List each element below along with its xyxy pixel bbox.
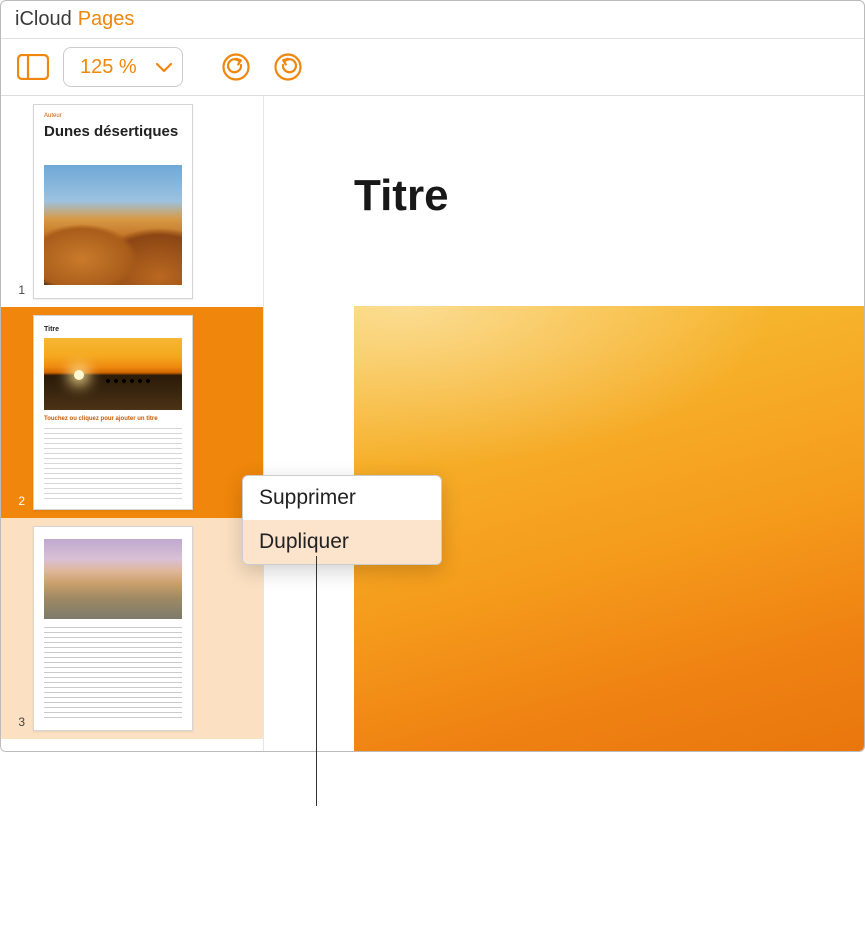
document-canvas[interactable]: Titre: [264, 96, 864, 752]
thumbnail-page-number: 1: [11, 283, 25, 299]
thumbnail-image: [44, 338, 182, 410]
thumbnail-image: [44, 539, 182, 619]
page-thumbnails-sidebar[interactable]: 1 Auteur Dunes désertiques 2 Titre Touch…: [1, 96, 264, 752]
brand-pages-label: Pages: [78, 8, 135, 31]
page-thumbnail-2[interactable]: Titre Touchez ou cliquez pour ajouter un…: [33, 315, 193, 510]
sidebar-toggle-icon: [17, 54, 49, 80]
app-window: iCloud Pages 125 %: [0, 0, 865, 752]
chevron-down-icon: [156, 56, 172, 79]
redo-button[interactable]: [271, 50, 305, 84]
zoom-select[interactable]: 125 %: [63, 47, 183, 87]
thumbnail-row[interactable]: 3: [1, 518, 263, 739]
context-menu-item-delete[interactable]: Supprimer: [243, 476, 441, 520]
thumbnail-page-number: 2: [11, 494, 25, 510]
zoom-value-label: 125 %: [80, 56, 137, 79]
thumbnail-mini-title: Titre: [44, 326, 59, 333]
thumbnail-body-lines: [44, 428, 182, 499]
context-menu-item-duplicate[interactable]: Dupliquer: [243, 520, 441, 564]
thumbnail-page-number: 3: [11, 715, 25, 731]
page-thumbnail-1[interactable]: Auteur Dunes désertiques: [33, 104, 193, 299]
context-menu: Supprimer Dupliquer: [242, 475, 442, 565]
thumbnail-body-lines: [44, 627, 182, 720]
thumbnail-image: [44, 165, 182, 285]
page-content: Titre: [264, 96, 864, 752]
history-buttons: [219, 50, 305, 84]
redo-icon: [273, 52, 303, 82]
body-split: 1 Auteur Dunes désertiques 2 Titre Touch…: [1, 96, 864, 752]
sun-shape: [74, 370, 84, 380]
thumbnail-row[interactable]: 1 Auteur Dunes désertiques: [1, 96, 263, 307]
callout-leader-line: [316, 556, 317, 806]
thumbnail-title: Dunes désertiques: [44, 123, 182, 140]
thumbnail-subheading: Touchez ou cliquez pour ajouter un titre: [44, 416, 158, 422]
thumbnail-author-label: Auteur: [44, 113, 62, 119]
silhouette-shape: [104, 378, 164, 384]
sidebar-toggle-button[interactable]: [15, 49, 51, 85]
brand-icloud-label: iCloud: [15, 8, 72, 31]
titlebar: iCloud Pages: [1, 1, 864, 39]
page-thumbnail-3[interactable]: [33, 526, 193, 731]
undo-icon: [221, 52, 251, 82]
thumbnail-row[interactable]: 2 Titre Touchez ou cliquez pour ajouter …: [1, 307, 263, 518]
page-title[interactable]: Titre: [354, 171, 864, 221]
toolbar: 125 %: [1, 39, 864, 96]
undo-button[interactable]: [219, 50, 253, 84]
